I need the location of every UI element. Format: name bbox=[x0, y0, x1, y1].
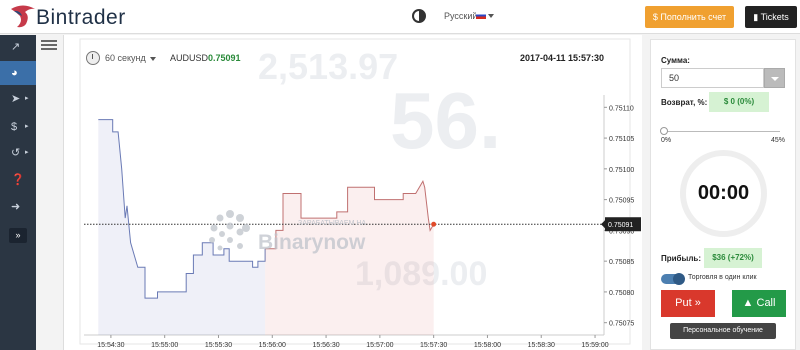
asset-symbol[interactable]: AUDUSD bbox=[170, 53, 208, 63]
russia-flag-icon[interactable] bbox=[476, 12, 486, 19]
send-icon: ➤ bbox=[11, 93, 21, 105]
chevron-right-icon: ▸ bbox=[25, 149, 29, 156]
amount-input[interactable]: 50 bbox=[661, 68, 764, 88]
y-tick-label: 0.75080 bbox=[609, 290, 634, 297]
price-chart[interactable]: 0.751100.751050.751000.750950.750900.750… bbox=[64, 35, 642, 350]
watermark-logo-icon bbox=[209, 210, 250, 251]
asset-price: 0.75091 bbox=[208, 53, 241, 63]
amount-label: Сумма: bbox=[661, 56, 690, 65]
period-selector[interactable]: 60 секунд bbox=[105, 53, 146, 63]
x-tick-label: 15:57:30 bbox=[420, 342, 447, 349]
watermark-brand: Binarynow bbox=[258, 231, 366, 254]
current-price-label: 0.75091 bbox=[608, 222, 633, 229]
logo-mark-icon bbox=[11, 5, 35, 28]
current-price-dot bbox=[431, 221, 437, 227]
sidebar-item-chart[interactable]: ↗ bbox=[0, 35, 36, 59]
x-tick-label: 15:58:00 bbox=[474, 342, 501, 349]
x-tick-label: 15:58:30 bbox=[528, 342, 555, 349]
one-click-toggle[interactable] bbox=[661, 273, 685, 285]
return-label: Возврат, %: bbox=[661, 98, 708, 107]
top-bar: Bintrader Русский $ Пополнить счет ▮ Tic… bbox=[0, 0, 800, 34]
return-slider-track[interactable] bbox=[664, 131, 780, 132]
call-label: Call bbox=[756, 297, 776, 309]
profit-label: Прибыль: bbox=[661, 254, 701, 263]
tickets-label: Tickets bbox=[760, 12, 789, 22]
training-button[interactable]: Персональное обучение bbox=[670, 323, 776, 339]
timer-icon[interactable] bbox=[86, 51, 100, 65]
call-arrows-icon: ▲ bbox=[742, 297, 754, 309]
language-selector[interactable]: Русский bbox=[444, 11, 477, 21]
sidebar: ↗ ◕ ➤ ▸ $ ▸ ↺ ▸ ❓ ➜ » bbox=[0, 35, 36, 350]
call-button[interactable]: ▲ Call bbox=[732, 290, 786, 317]
chart-icon: ↗ bbox=[11, 41, 21, 53]
slider-max-label: 45% bbox=[771, 137, 786, 144]
y-tick-label: 0.75085 bbox=[609, 259, 634, 266]
current-price-tag-arrow bbox=[601, 220, 605, 229]
put-button[interactable]: Put » bbox=[661, 290, 715, 317]
expiry-countdown: 00:00 bbox=[680, 150, 767, 237]
dollar-icon: $ bbox=[11, 121, 18, 133]
deposit-button[interactable]: $ Пополнить счет bbox=[645, 6, 734, 28]
x-tick-label: 15:55:30 bbox=[205, 342, 232, 349]
sidebar-item-history[interactable]: ↺ ▸ bbox=[0, 141, 36, 165]
tickets-button[interactable]: ▮ Tickets bbox=[745, 6, 797, 28]
x-tick-label: 15:54:30 bbox=[97, 342, 124, 349]
amount-dropdown-button[interactable] bbox=[764, 68, 785, 88]
theme-toggle-icon[interactable] bbox=[412, 9, 426, 23]
y-tick-label: 0.75110 bbox=[609, 105, 634, 112]
y-tick-label: 0.75100 bbox=[609, 167, 634, 174]
chat-icon: ▮ bbox=[753, 12, 759, 22]
x-tick-label: 15:56:30 bbox=[312, 342, 339, 349]
watermark-tagline: ЗАРАБАТЫВАЕМ НА bbox=[298, 220, 367, 227]
return-slider-thumb[interactable] bbox=[660, 127, 668, 135]
x-tick-label: 15:55:00 bbox=[151, 342, 178, 349]
x-tick-label: 15:59:00 bbox=[581, 342, 608, 349]
history-icon: ↺ bbox=[11, 147, 21, 159]
sidebar-item-send[interactable]: ➤ ▸ bbox=[0, 87, 36, 111]
y-tick-label: 0.75075 bbox=[609, 321, 634, 328]
sidebar-item-logout[interactable]: ➜ bbox=[0, 195, 36, 219]
chevron-down-icon[interactable] bbox=[150, 57, 156, 61]
brand-logo[interactable]: Bintrader bbox=[4, 2, 144, 32]
chevron-right-icon: ▸ bbox=[25, 95, 29, 102]
brand-name: Bintrader bbox=[36, 6, 126, 29]
y-tick-label: 0.75105 bbox=[609, 136, 634, 143]
x-tick-label: 15:56:00 bbox=[259, 342, 286, 349]
one-click-label: Торговля в один клик bbox=[688, 274, 757, 281]
y-tick-label: 0.75095 bbox=[609, 198, 634, 205]
chevron-down-icon[interactable] bbox=[488, 14, 494, 18]
slider-min-label: 0% bbox=[661, 137, 672, 144]
sidebar-expand-button[interactable]: » bbox=[9, 228, 27, 243]
logout-icon: ➜ bbox=[11, 201, 21, 213]
x-tick-label: 15:57:00 bbox=[366, 342, 393, 349]
menu-icon[interactable] bbox=[41, 38, 57, 52]
sidebar-item-finance[interactable]: $ ▸ bbox=[0, 115, 36, 139]
sidebar-item-trading[interactable]: ◕ bbox=[0, 61, 36, 85]
profit-value: $36 (+72%) bbox=[704, 248, 762, 268]
help-icon: ❓ bbox=[11, 174, 25, 186]
return-value: $ 0 (0%) bbox=[709, 92, 769, 112]
chevron-right-icon: ▸ bbox=[25, 123, 29, 130]
sidebar-item-help[interactable]: ❓ bbox=[0, 168, 36, 192]
series-area bbox=[265, 181, 434, 335]
clock-icon: ◕ bbox=[11, 67, 18, 79]
server-datetime: 2017-04-11 15:57:30 bbox=[520, 53, 605, 63]
